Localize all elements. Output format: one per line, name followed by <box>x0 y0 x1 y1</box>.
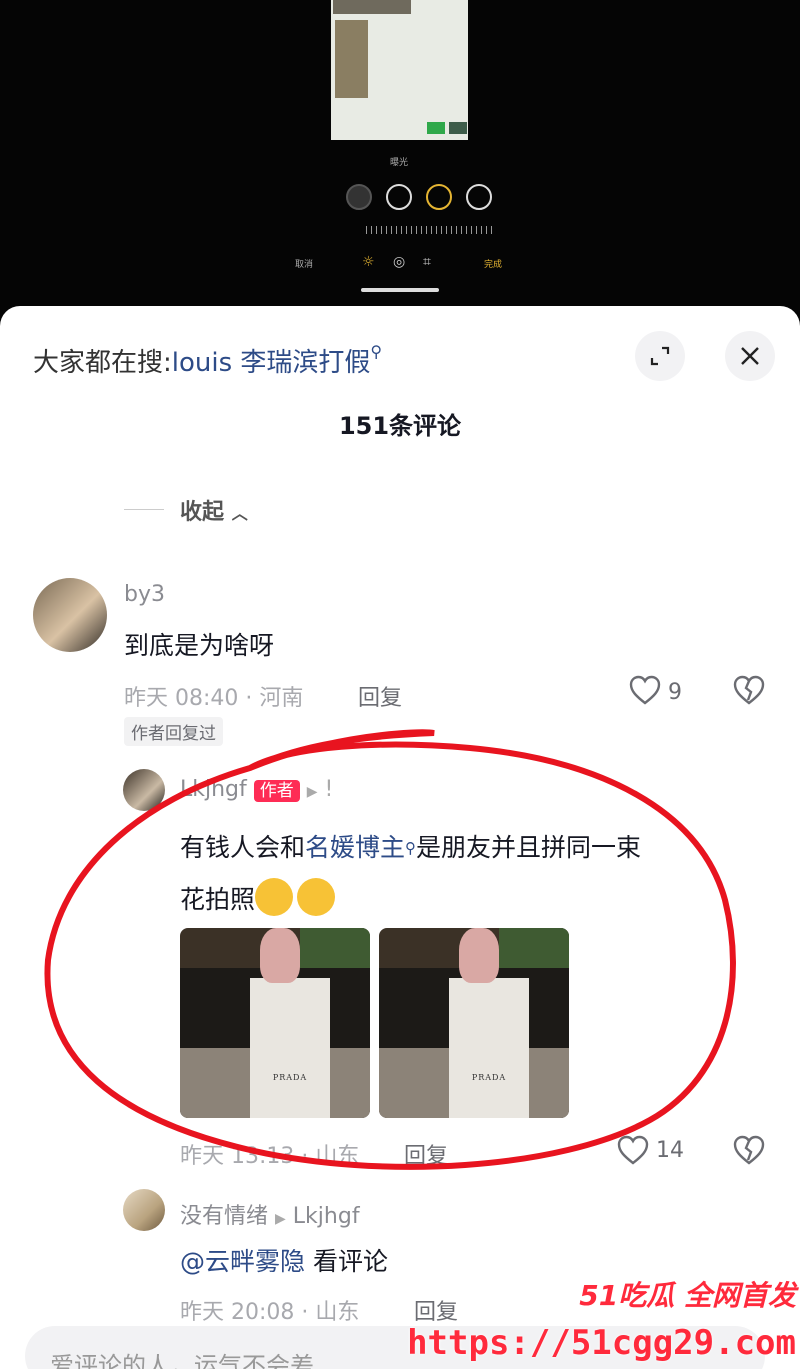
close-button[interactable] <box>725 331 775 381</box>
preview-thumbnail <box>335 20 368 98</box>
reply-username[interactable]: 没有情绪 ▶ Lkjhgf <box>180 1198 360 1230</box>
bag-logo: PRADA <box>471 1073 507 1082</box>
avatar[interactable] <box>123 1189 165 1231</box>
exposure-icon[interactable] <box>386 184 412 210</box>
reply-username-text: 没有情绪 <box>180 1204 269 1229</box>
broken-heart-icon <box>733 1135 765 1165</box>
divider <box>124 509 164 510</box>
collapse-button[interactable]: 收起 ︿ <box>180 494 248 526</box>
reply-text-part: 有钱人会和 <box>180 833 306 862</box>
expand-button[interactable] <box>635 331 685 381</box>
reply-button[interactable]: 回复 <box>404 1138 448 1170</box>
expand-icon <box>650 346 670 366</box>
cancel-button[interactable]: 取消 <box>295 257 313 270</box>
comment-meta: 昨天 08:40 · 河南 <box>124 686 304 711</box>
contrast-icon[interactable] <box>466 184 492 210</box>
play-icon: ▶ <box>306 784 318 800</box>
author-replied-tag: 作者回复过 <box>124 717 223 746</box>
reply-text-part: 花拍照 <box>180 885 256 914</box>
like-count: 14 <box>656 1138 684 1163</box>
filter-icon[interactable]: ◎ <box>393 254 405 270</box>
reply-image[interactable]: PRADA <box>180 928 370 1118</box>
search-keyword[interactable]: louis 李瑞滨打假 <box>172 348 371 378</box>
reply-keyword-link[interactable]: 名媛博主 <box>305 833 405 862</box>
reply-text: 有钱人会和名媛博主⚲是朋友并且拼同一束 花拍照 <box>180 822 760 926</box>
preview-image <box>449 122 467 134</box>
reply-username[interactable]: Lkjhgf 作者 ▶ ! <box>180 776 333 802</box>
adjust-icon[interactable]: ☼ <box>362 254 375 270</box>
thinking-emoji-icon <box>255 878 294 916</box>
mention-link[interactable]: @云畔雾隐 <box>180 1247 305 1276</box>
reply-meta: 昨天 13:13 · 山东 <box>180 1144 360 1169</box>
heart-icon <box>629 675 661 705</box>
collapse-label: 收起 <box>180 500 225 525</box>
reply-target: ! <box>324 777 334 802</box>
bag-logo: PRADA <box>272 1073 308 1082</box>
reply-button[interactable]: 回复 <box>358 680 402 712</box>
comment-text: 到底是为啥呀 <box>124 631 275 660</box>
reply-meta: 昨天 20:08 · 山东 <box>180 1300 360 1325</box>
search-suggestion[interactable]: 大家都在搜:louis 李瑞滨打假⚲ <box>33 342 382 379</box>
reply-button[interactable]: 回复 <box>414 1294 458 1326</box>
brilliance-icon[interactable] <box>426 184 452 210</box>
comment-count: 151条评论 <box>338 412 462 440</box>
photo-editor-screenshot: 曝光 取消 ☼ ◎ ⌗ 完成 <box>0 0 800 320</box>
edited-photo-preview <box>331 0 468 140</box>
reply-text-part: 是朋友并且拼同一束 <box>416 833 642 862</box>
author-badge: 作者 <box>253 780 300 802</box>
dislike-button[interactable] <box>732 674 766 710</box>
like-count: 9 <box>668 680 682 705</box>
play-icon: ▶ <box>275 1211 286 1227</box>
thinking-emoji-icon <box>297 878 336 916</box>
reply-target[interactable]: Lkjhgf <box>293 1204 360 1229</box>
search-icon: ⚲ <box>405 839 417 857</box>
adjust-slider[interactable] <box>366 226 496 234</box>
comment-username[interactable]: by3 <box>124 582 165 607</box>
reply-text-part: 看评论 <box>305 1247 388 1276</box>
like-button[interactable] <box>616 1134 650 1170</box>
chevron-up-icon: ︿ <box>231 504 248 523</box>
search-icon: ⚲ <box>370 342 383 361</box>
preview-thumbnail <box>333 0 411 14</box>
reply-username-text: Lkjhgf <box>180 777 247 802</box>
avatar[interactable] <box>33 578 107 652</box>
comment-sheet: 大家都在搜:louis 李瑞滨打假⚲ 151条评论 收起 ︿ by3 到底是为啥… <box>0 306 800 1369</box>
search-prefix: 大家都在搜: <box>33 348 172 378</box>
watermark-url: https://51cgg29.com <box>407 1323 796 1363</box>
close-icon <box>741 347 759 365</box>
like-button[interactable] <box>628 674 662 710</box>
watermark-brand: 51吃瓜 全网首发 <box>579 1279 796 1312</box>
heart-icon <box>617 1135 649 1165</box>
comment-input-placeholder: 爱评论的人，运气不会差 <box>50 1352 314 1369</box>
crop-icon[interactable]: ⌗ <box>423 254 431 270</box>
avatar[interactable] <box>123 769 165 811</box>
done-button[interactable]: 完成 <box>484 257 502 270</box>
home-indicator <box>361 288 439 292</box>
auto-enhance-icon[interactable] <box>346 184 372 210</box>
preview-button <box>427 122 445 134</box>
exposure-label: 曝光 <box>390 158 409 168</box>
dislike-button[interactable] <box>732 1134 766 1170</box>
reply-text: @云畔雾隐 看评论 <box>180 1242 388 1278</box>
reply-image[interactable]: PRADA <box>379 928 569 1118</box>
broken-heart-icon <box>733 675 765 705</box>
